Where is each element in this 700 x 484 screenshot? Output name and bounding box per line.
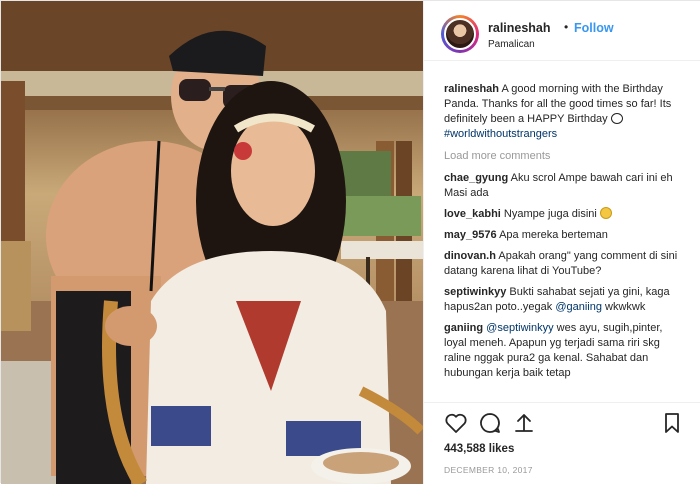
caption: ralineshah A good morning with the Birth…	[444, 82, 686, 142]
share-icon[interactable]	[512, 411, 536, 435]
story-ring[interactable]	[441, 15, 479, 53]
likes-count[interactable]: 443,588 likes	[444, 443, 514, 455]
comment-username[interactable]: ganiing	[444, 322, 483, 334]
comments-section[interactable]: ralineshah A good morning with the Birth…	[424, 62, 700, 402]
comment-item: ganiing @septiwinkyy wes ayu, sugih,pint…	[444, 321, 686, 381]
instagram-post: ralineshah • Follow Pamalican ralineshah…	[0, 0, 700, 484]
load-more-comments-button[interactable]: Load more comments	[444, 150, 686, 162]
comment-icon[interactable]	[478, 411, 502, 435]
comment-username[interactable]: chae_gyung	[444, 172, 508, 184]
comment-text: Nyampe juga disini	[503, 208, 597, 220]
caption-username[interactable]: ralineshah	[444, 83, 499, 95]
comment-item: chae_gyung Aku scrol Ampe bawah cari ini…	[444, 171, 686, 201]
comment-item: may_9576 Apa mereka berteman	[444, 228, 686, 243]
comment-trail: wkwkwk	[605, 301, 646, 313]
bookmark-icon[interactable]	[660, 411, 684, 435]
avatar[interactable]	[444, 18, 476, 50]
panda-emoji-icon	[610, 113, 623, 124]
comment-username[interactable]: may_9576	[444, 229, 497, 241]
comment-item: septiwinkyy Bukti sahabat sejati ya gini…	[444, 285, 686, 315]
caption-hashtag[interactable]: #worldwithoutstrangers	[444, 128, 557, 140]
comment-username[interactable]: dinovan.h	[444, 250, 496, 262]
post-header: ralineshah • Follow Pamalican	[424, 1, 700, 61]
separator-dot: •	[564, 20, 569, 34]
location-link[interactable]: Pamalican	[488, 39, 535, 50]
comment-item: love_kabhi Nyampe juga disini	[444, 207, 686, 222]
comment-mention[interactable]: @septiwinkyy	[486, 322, 553, 334]
photo-illustration	[1, 1, 423, 484]
follow-button[interactable]: Follow	[574, 21, 614, 35]
comment-item: dinovan.h Apakah orang" yang comment di …	[444, 249, 686, 279]
post-actions: 443,588 likes DECEMBER 10, 2017	[424, 402, 700, 484]
comment-username[interactable]: love_kabhi	[444, 208, 501, 220]
grimace-emoji-icon	[599, 207, 612, 219]
comment-text: Apa mereka berteman	[499, 229, 608, 241]
heart-icon[interactable]	[444, 411, 468, 435]
comment-mention[interactable]: @ganiing	[555, 301, 602, 313]
header-username[interactable]: ralineshah	[488, 21, 551, 35]
comment-username[interactable]: septiwinkyy	[444, 286, 506, 298]
post-photo[interactable]	[1, 1, 423, 484]
post-side-panel: ralineshah • Follow Pamalican ralineshah…	[423, 1, 700, 484]
post-date[interactable]: DECEMBER 10, 2017	[444, 465, 533, 475]
